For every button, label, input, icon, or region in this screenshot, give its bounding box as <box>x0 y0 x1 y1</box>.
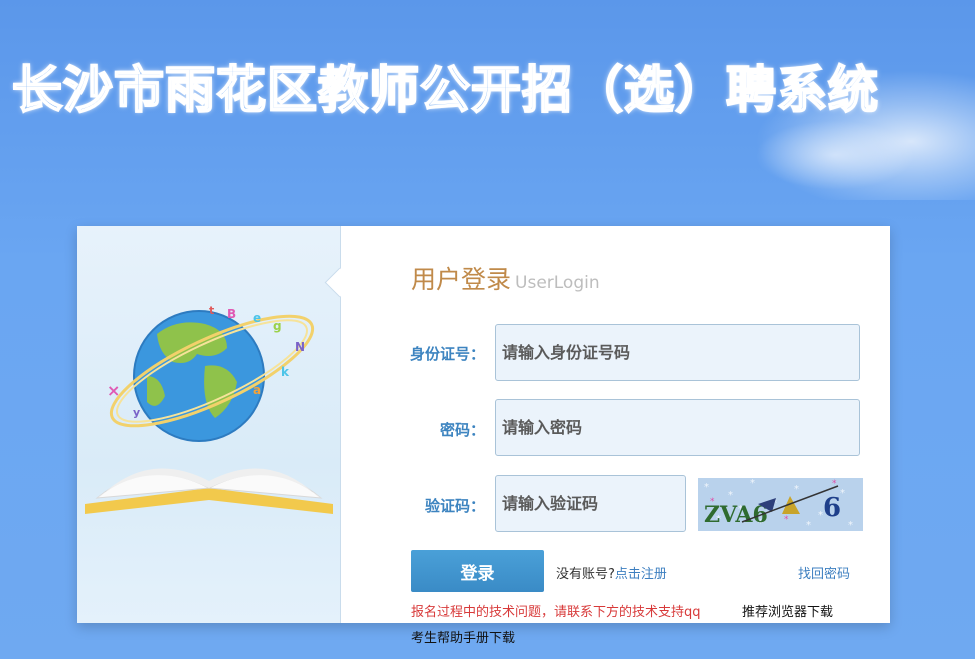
login-title: 用户登录 <box>411 265 512 294</box>
tech-support-notice: 报名过程中的技术问题，请联系下方的技术支持qq <box>411 605 701 620</box>
svg-text:B: B <box>227 307 236 321</box>
svg-text:6: 6 <box>823 493 841 523</box>
browser-download-link[interactable]: 推荐浏览器下载 <box>742 601 833 620</box>
no-account-prompt: 没有账号?点击注册 <box>556 563 667 582</box>
id-label: 身份证号： <box>409 345 485 363</box>
captcha-noise: *** *** ** * *** *** ZVA6 6 <box>698 478 863 531</box>
register-link[interactable]: 点击注册 <box>615 567 667 582</box>
id-number-input[interactable] <box>495 324 860 381</box>
manual-download-link[interactable]: 考生帮助手册下载 <box>411 627 515 646</box>
svg-text:k: k <box>281 365 290 379</box>
no-account-text: 没有账号? <box>556 567 615 582</box>
svg-text:N: N <box>295 340 305 354</box>
password-label: 密码： <box>439 421 485 439</box>
captcha-image[interactable]: * * * * * * * * * * * * * * * ZVA6 6 <box>698 478 863 531</box>
svg-text:*: * <box>794 484 799 495</box>
svg-text:*: * <box>704 482 709 493</box>
svg-text:*: * <box>728 490 733 501</box>
captcha-input[interactable] <box>495 475 686 532</box>
login-heading: 用户登录 UserLogin <box>411 260 600 296</box>
illustration-panel: × B e g N k a y t <box>77 226 341 623</box>
login-card: × B e g N k a y t 用户登录UserLogin 身份证号： 密码… <box>77 226 890 623</box>
svg-text:×: × <box>107 381 120 400</box>
login-title-en: UserLogin <box>515 273 600 293</box>
svg-text:e: e <box>253 311 261 325</box>
svg-text:g: g <box>273 319 282 333</box>
site-title: 长沙市雨花区教师公开招（选）聘系统 <box>11 60 879 120</box>
svg-text:t: t <box>209 304 214 317</box>
svg-text:y: y <box>133 406 140 419</box>
captcha-label: 验证码： <box>424 497 485 515</box>
svg-text:a: a <box>253 383 261 397</box>
svg-text:*: * <box>806 520 811 531</box>
captcha-text: ZVA6 <box>704 502 768 528</box>
password-input[interactable] <box>495 399 860 456</box>
login-button[interactable]: 登录 <box>411 550 544 592</box>
svg-text:*: * <box>848 520 853 531</box>
forgot-password-link[interactable]: 找回密码 <box>798 563 850 582</box>
svg-text:*: * <box>750 478 755 489</box>
svg-text:*: * <box>784 515 789 525</box>
cloud-decoration-small <box>755 120 915 190</box>
globe-book-illustration: × B e g N k a y t <box>85 304 333 514</box>
